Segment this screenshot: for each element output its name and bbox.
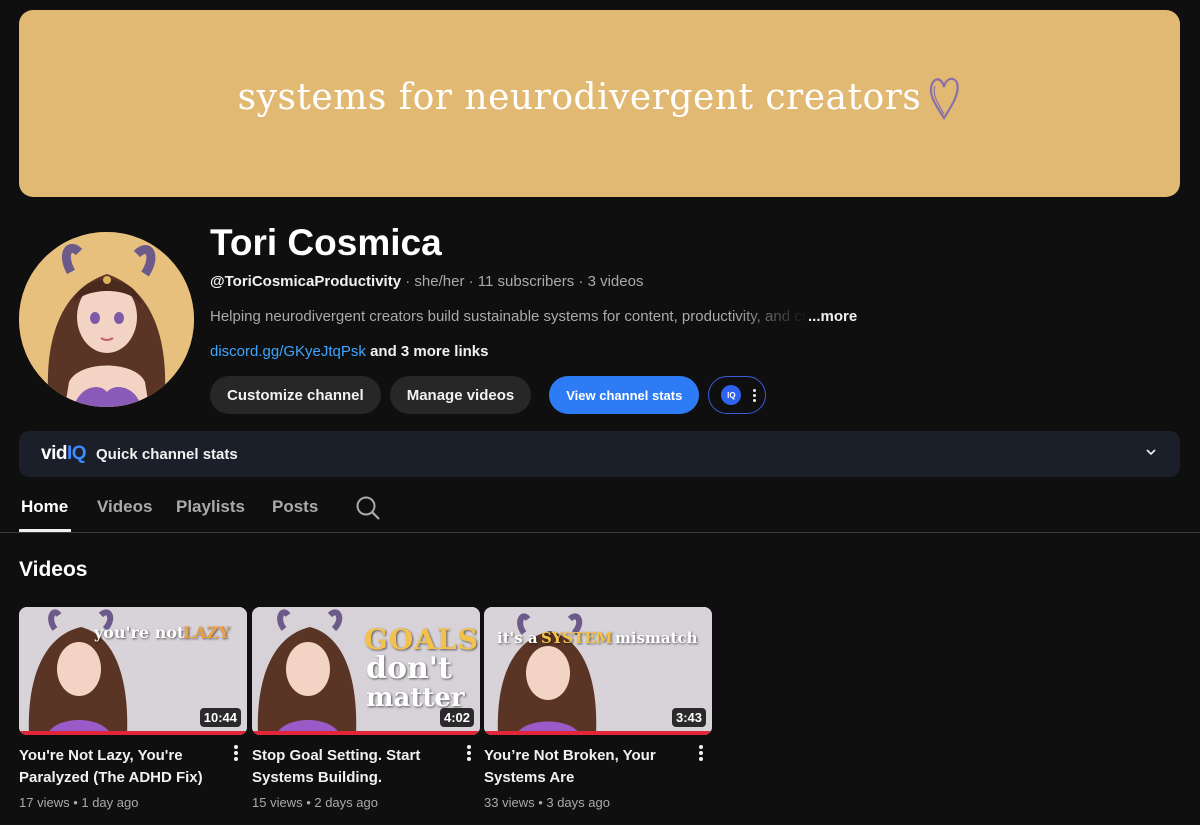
chevron-down-icon[interactable] (1144, 445, 1158, 464)
video-card[interactable]: you're not LAZY 10:44 You're Not Lazy, Y… (19, 607, 247, 810)
video-card[interactable]: it's a SYSTEM mismatch 3:43 You’re Not B… (484, 607, 712, 810)
channel-meta: @ToriCosmicaProductivity · she/her · 11 … (210, 273, 644, 290)
watch-progress-bar (19, 731, 247, 735)
video-duration: 3:43 (671, 708, 706, 727)
watch-progress-bar (252, 731, 480, 735)
video-more-options-icon[interactable] (233, 745, 239, 761)
section-title-videos: Videos (19, 558, 88, 581)
tab-playlists[interactable]: Playlists (176, 497, 245, 517)
video-title[interactable]: You’re Not Broken, Your Systems Are (484, 745, 684, 789)
more-options-icon (751, 388, 757, 402)
video-thumbnail[interactable]: it's a SYSTEM mismatch 3:43 (484, 607, 712, 735)
video-count: 3 videos (587, 273, 644, 290)
video-more-options-icon[interactable] (466, 745, 472, 761)
top-strip (0, 0, 1200, 4)
video-meta: 17 views • 1 day ago (19, 795, 139, 810)
channel-links: discord.gg/GKyeJtqPsk and 3 more links (210, 343, 488, 360)
channel-pronouns: she/her (414, 273, 465, 290)
customize-channel-button[interactable]: Customize channel (210, 376, 381, 414)
vidiq-title: Quick channel stats (96, 445, 238, 463)
tab-home[interactable]: Home (21, 497, 68, 517)
video-card[interactable]: GOALS don't matter 4:02 Stop Goal Settin… (252, 607, 480, 810)
channel-banner: systems for neurodivergent creators (19, 10, 1180, 197)
search-icon[interactable] (355, 495, 381, 526)
more-links-link[interactable]: and 3 more links (370, 343, 488, 360)
video-meta: 33 views • 3 days ago (484, 795, 610, 810)
video-thumbnail[interactable]: GOALS don't matter 4:02 (252, 607, 480, 735)
vidiq-menu-button[interactable]: IQ (708, 376, 767, 414)
video-thumbnail[interactable]: you're not LAZY 10:44 (19, 607, 247, 735)
vidiq-icon: IQ (721, 385, 742, 405)
video-more-options-icon[interactable] (698, 745, 704, 761)
channel-tabs: Home Videos Playlists Posts (0, 487, 1200, 533)
vidiq-quick-stats-bar[interactable]: vidIQ Quick channel stats (19, 431, 1180, 477)
watch-progress-bar (484, 731, 712, 735)
description-text: Helping neurodivergent creators build su… (210, 308, 808, 325)
tab-posts[interactable]: Posts (272, 497, 318, 517)
view-channel-stats-button[interactable]: View channel stats (549, 376, 700, 414)
banner-text: systems for neurodivergent creators (237, 77, 922, 118)
video-title[interactable]: Stop Goal Setting. Start Systems Buildin… (252, 745, 452, 789)
channel-description[interactable]: Helping neurodivergent creators build su… (210, 308, 870, 325)
tab-videos[interactable]: Videos (97, 497, 152, 517)
discord-link[interactable]: discord.gg/GKyeJtqPsk (210, 343, 366, 360)
video-title[interactable]: You're Not Lazy, You're Paralyzed (The A… (19, 745, 219, 789)
channel-name: Tori Cosmica (210, 222, 442, 263)
channel-handle: @ToriCosmicaProductivity (210, 273, 402, 290)
video-meta: 15 views • 2 days ago (252, 795, 378, 810)
video-duration: 10:44 (199, 708, 241, 727)
channel-avatar[interactable] (19, 232, 194, 407)
video-duration: 4:02 (439, 708, 474, 727)
manage-videos-button[interactable]: Manage videos (389, 376, 532, 414)
description-more-link[interactable]: ...more (808, 308, 857, 325)
channel-action-buttons: Customize channel Manage videos View cha… (210, 376, 767, 414)
vidiq-logo: vidIQ (41, 443, 87, 464)
subscriber-count: 11 subscribers (477, 273, 575, 290)
heart-icon (927, 74, 961, 122)
active-tab-indicator (19, 529, 71, 532)
